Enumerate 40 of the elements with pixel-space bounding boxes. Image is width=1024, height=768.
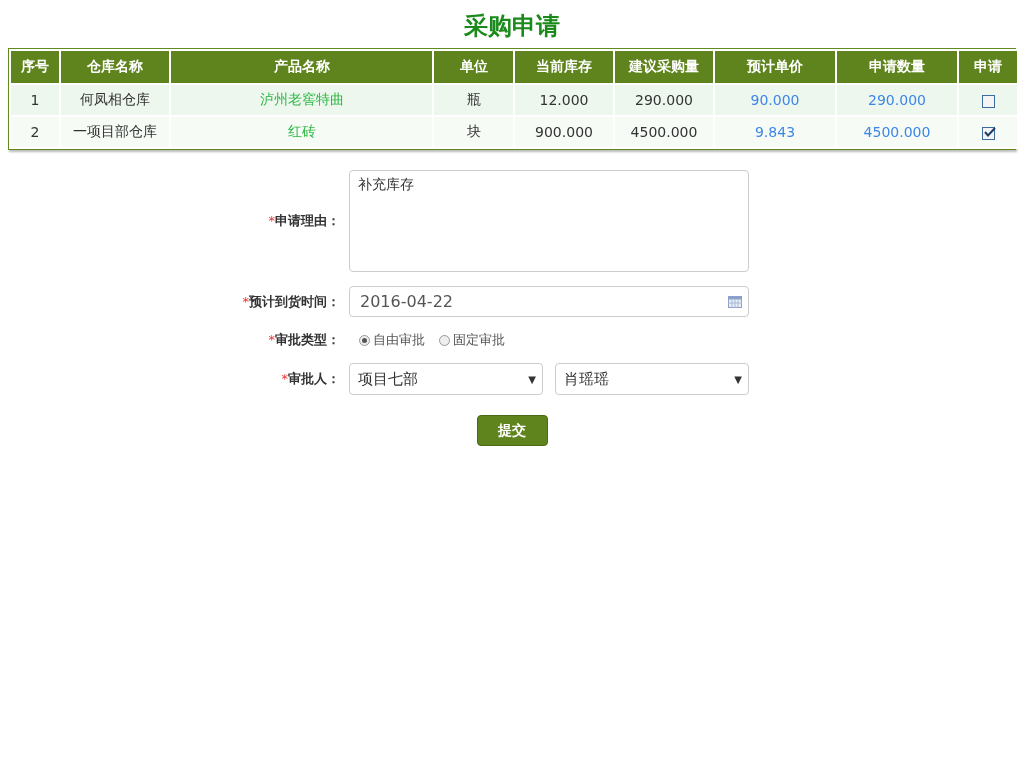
approver-select[interactable]: 肖瑶瑶 ▼ [555,363,749,395]
column-header: 产品名称 [171,51,432,83]
field-label: *审批人： [280,370,340,388]
table-cell: 泸州老窖特曲 [171,85,432,115]
checkbox[interactable] [981,94,995,108]
table-cell: 12.000 [515,85,613,115]
column-header: 当前库存 [515,51,613,83]
table-cell: 900.000 [515,117,613,147]
field-label: *审批类型： [267,331,340,349]
column-header: 序号 [11,51,59,83]
column-header: 建议采购量 [615,51,713,83]
column-header: 申请数量 [837,51,957,83]
column-header: 单位 [434,51,513,83]
table-cell: 4500.000 [615,117,713,147]
radio-option[interactable]: 自由审批 [359,331,425,349]
radio-option[interactable]: 固定审批 [439,331,505,349]
table-cell: 90.000 [715,85,835,115]
column-header: 预计单价 [715,51,835,83]
submit-button[interactable]: 提交 [476,415,548,446]
date-field[interactable]: 2016-04-22 [349,286,749,317]
approver-select[interactable]: 项目七部 ▼ [349,363,543,395]
table-cell: 一项目部仓库 [61,117,169,147]
field-label: *申请理由： [267,212,340,230]
column-header: 申请 [959,51,1017,83]
table-cell: 1 [11,85,59,115]
table-cell: 瓶 [434,85,513,115]
table-cell: 290.000 [837,85,957,115]
table-cell: 290.000 [615,85,713,115]
calendar-icon[interactable] [728,295,742,308]
table-cell: 2 [11,117,59,147]
column-header: 仓库名称 [61,51,169,83]
table-cell: 4500.000 [837,117,957,147]
table-cell: 红砖 [171,117,432,147]
reason-textarea[interactable]: 补充库存 [349,170,749,272]
page-title: 采购申请 [464,11,560,42]
table-cell: 块 [434,117,513,147]
field-label: *预计到货时间： [241,292,340,311]
checkbox[interactable] [981,126,995,140]
table-cell: 何凤相仓库 [61,85,169,115]
table-cell: 9.843 [715,117,835,147]
